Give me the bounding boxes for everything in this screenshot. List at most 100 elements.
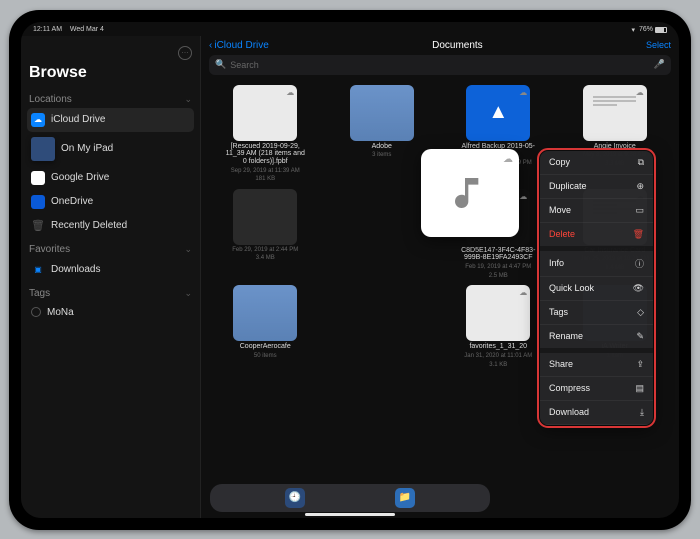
wifi-icon: ▾: [631, 26, 635, 34]
file-meta: 3 items: [372, 152, 391, 159]
file-size: 181 KB: [255, 176, 275, 183]
ctx-share[interactable]: Share ⇪: [540, 353, 653, 377]
file-meta: Feb 19, 2019 at 4:47 PM: [465, 264, 531, 271]
ctx-rename[interactable]: Rename✎: [540, 325, 653, 353]
screen: 12:11 AM Wed Mar 4 ▾ 76% ⋯ Browse: [21, 22, 679, 518]
favorites-label: Favorites: [29, 244, 70, 255]
sidebar-item-on-my-ipad[interactable]: On My iPad: [27, 132, 194, 166]
file-size: 2.5 MB: [489, 273, 508, 280]
chevron-down-icon: ⌄: [184, 244, 192, 255]
select-button[interactable]: Select: [646, 40, 671, 50]
file-item: [328, 285, 437, 368]
nav-bar: ‹ iCloud Drive Documents Select: [201, 36, 679, 53]
sidebar-item-google-drive[interactable]: Google Drive: [27, 166, 194, 190]
folder-thumbnail: [350, 85, 414, 141]
sidebar-item-tag[interactable]: MoNa: [27, 302, 194, 323]
pencil-icon: ✎: [636, 331, 644, 342]
copy-icon: ⧉: [638, 157, 644, 168]
file-name: Adobe: [372, 143, 392, 151]
share-icon: ⇪: [636, 359, 644, 370]
document-thumbnail: ☁: [583, 85, 647, 141]
status-right: ▾ 76%: [631, 26, 667, 34]
file-size: 3.4 MB: [256, 255, 275, 262]
back-button[interactable]: ‹ iCloud Drive: [209, 40, 269, 51]
ctx-label: Duplicate: [549, 181, 587, 191]
chevron-left-icon: ‹: [209, 40, 212, 51]
trash-icon: 🗑: [31, 219, 45, 233]
favorites-section-header[interactable]: Favorites ⌄: [27, 238, 194, 258]
back-label: iCloud Drive: [214, 40, 268, 51]
ctx-label: Info: [549, 258, 564, 268]
ctx-duplicate[interactable]: Duplicate⊕: [540, 175, 653, 199]
dock-app-recents[interactable]: 🕘: [285, 488, 305, 508]
locations-section-header[interactable]: Locations ⌄: [27, 88, 194, 108]
ctx-info[interactable]: Infoⓘ: [540, 251, 653, 277]
chevron-down-icon: ⌄: [184, 94, 192, 105]
file-item[interactable]: Feb 29, 2019 at 2:44 PM 3.4 MB: [211, 189, 320, 280]
file-item: [328, 189, 437, 280]
ctx-quick-look[interactable]: Quick Look 👁: [540, 277, 653, 301]
cloud-download-icon: ☁: [636, 88, 644, 97]
ctx-download[interactable]: Download⤓: [540, 401, 653, 425]
file-name: CooperAerocafe: [240, 343, 291, 351]
file-item[interactable]: ☁ [Rescued 2019-09-29, 11_39 AM (218 ite…: [211, 85, 320, 183]
sidebar-item-downloads[interactable]: ▣ Downloads: [27, 258, 194, 282]
file-item[interactable]: Adobe 3 items: [328, 85, 437, 183]
ctx-label: Copy: [549, 157, 570, 167]
status-bar: 12:11 AM Wed Mar 4 ▾ 76%: [21, 22, 679, 36]
selected-file-preview[interactable]: ☁: [421, 149, 519, 237]
tag-icon: ◇: [637, 307, 644, 318]
sidebar-top: ⋯: [27, 42, 194, 62]
tags-section-header[interactable]: Tags ⌄: [27, 282, 194, 302]
search-input[interactable]: 🔍 Search 🎤: [209, 55, 671, 75]
file-meta: Feb 29, 2019 at 2:44 PM: [232, 247, 298, 254]
ipad-frame: 12:11 AM Wed Mar 4 ▾ 76% ⋯ Browse: [9, 10, 691, 530]
folder-icon: ▣: [31, 263, 45, 277]
file-name: C8D5E147-3F4C-4F83-999B-8E19FA2493CF: [458, 247, 538, 262]
dock-app-files[interactable]: 📁: [395, 488, 415, 508]
sidebar-item-label: OneDrive: [51, 196, 93, 207]
battery-indicator: 76%: [639, 26, 667, 33]
folder-icon: ▭: [635, 205, 644, 216]
sidebar-item-label: Recently Deleted: [51, 220, 127, 231]
ctx-move[interactable]: Move▭: [540, 199, 653, 223]
google-drive-icon: [31, 171, 45, 185]
app-thumbnail: ▲☁: [466, 85, 530, 141]
context-menu: Copy ⧉ Duplicate⊕ Move▭ Delete🗑 Infoⓘ Qui…: [540, 151, 653, 425]
ctx-copy[interactable]: Copy ⧉: [540, 151, 653, 175]
file-meta: 50 items: [254, 353, 277, 360]
ctx-compress[interactable]: Compress▤: [540, 377, 653, 401]
document-thumbnail: ☁: [233, 85, 297, 141]
sidebar-item-recently-deleted[interactable]: 🗑 Recently Deleted: [27, 214, 194, 238]
music-note-icon: [450, 173, 490, 213]
ctx-delete[interactable]: Delete🗑: [540, 223, 653, 251]
onedrive-icon: [31, 195, 45, 209]
sidebar-menu-icon[interactable]: ⋯: [178, 46, 192, 60]
file-name: [Rescued 2019-09-29, 11_39 AM (218 items…: [225, 143, 305, 166]
sidebar-item-onedrive[interactable]: OneDrive: [27, 190, 194, 214]
ctx-label: Share: [549, 359, 573, 369]
sidebar-item-label: Downloads: [51, 264, 100, 275]
ctx-label: Tags: [549, 307, 568, 317]
ctx-label: Quick Look: [549, 283, 594, 293]
sidebar-item-icloud-drive[interactable]: ☁ iCloud Drive: [27, 108, 194, 132]
file-item[interactable]: ☁ favorites_1_31_20 Jan 31, 2020 at 11:0…: [444, 285, 553, 368]
file-meta: Jan 31, 2020 at 11:01 AM: [464, 353, 532, 360]
file-name: favorites_1_31_20: [469, 343, 527, 351]
battery-pct: 76%: [639, 26, 653, 33]
cloud-download-icon: ☁: [503, 154, 513, 165]
cloud-download-icon: ☁: [519, 288, 527, 297]
home-indicator[interactable]: [305, 513, 395, 516]
file-item[interactable]: CooperAerocafe 50 items: [211, 285, 320, 368]
archive-icon: ▤: [635, 383, 644, 394]
document-thumbnail: ☁: [466, 285, 530, 341]
locations-label: Locations: [29, 94, 72, 105]
trash-icon: 🗑: [633, 229, 644, 240]
cloud-download-icon: ☁: [286, 88, 294, 97]
ctx-tags[interactable]: Tags ◇: [540, 301, 653, 325]
search-icon: 🔍: [215, 59, 226, 70]
eye-icon: 👁: [633, 283, 644, 294]
sidebar-item-label: On My iPad: [61, 143, 113, 154]
mic-icon[interactable]: 🎤: [654, 59, 665, 70]
chevron-down-icon: ⌄: [184, 288, 192, 299]
